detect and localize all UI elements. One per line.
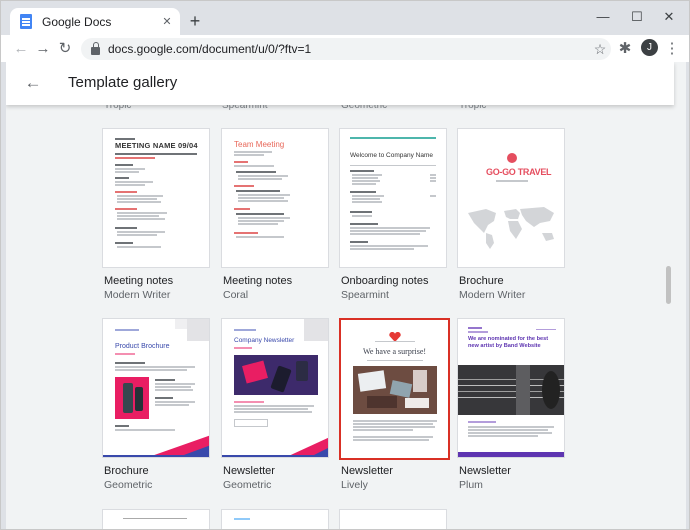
template-card-newsletter-geometric[interactable]: Company Newsletter <box>221 318 329 458</box>
template-card-newsletter-plum[interactable]: We are nominated for the best new artist… <box>457 318 565 458</box>
thumb-title: GO-GO TRAVEL <box>486 167 552 177</box>
template-card-brochure-geometric[interactable]: Product Brochure <box>102 318 210 458</box>
template-card-partial[interactable] <box>102 509 210 529</box>
template-name: Newsletter <box>341 465 393 477</box>
thumb-title: We have a surprise! <box>362 347 427 356</box>
template-style: Lively <box>341 479 368 491</box>
template-card-meeting-notes-modern-writer[interactable]: MEETING NAME 09/04 <box>102 128 210 268</box>
browser-tab[interactable]: Google Docs ✕ <box>10 8 180 35</box>
template-name: Onboarding notes <box>341 275 429 287</box>
template-style: Modern Writer <box>459 289 526 301</box>
template-style: Geometric <box>104 479 153 491</box>
tab-close-icon[interactable]: ✕ <box>158 15 176 28</box>
back-arrow-icon[interactable]: ← <box>10 38 32 60</box>
geometric-footer-shape <box>222 437 328 457</box>
close-window-button[interactable]: ✕ <box>654 6 684 28</box>
template-style: Geometric <box>223 479 272 491</box>
profile-avatar[interactable]: J <box>641 39 658 56</box>
tab-strip: Google Docs ✕ + — ☐ ✕ <box>1 1 689 35</box>
tab-title: Google Docs <box>42 14 112 29</box>
template-name: Newsletter <box>223 465 275 477</box>
phones-image <box>234 355 318 395</box>
geometric-footer-shape <box>103 435 209 457</box>
new-tab-button[interactable]: + <box>184 10 206 32</box>
forward-arrow-icon[interactable]: → <box>32 38 54 60</box>
template-style: Modern Writer <box>104 289 171 301</box>
thumb-title: Company Newsletter <box>234 337 295 344</box>
world-map-image <box>468 207 554 249</box>
address-bar[interactable]: docs.google.com/document/u/0/?ftv=1 ☆ <box>81 38 611 60</box>
thumb-title: Team Meeting <box>234 140 285 149</box>
template-name: Brochure <box>459 275 504 287</box>
page-content: ← Template gallery Tropic Spearmint Geom… <box>6 62 686 529</box>
brochure-logo-icon <box>507 153 517 163</box>
back-arrow-icon[interactable]: ← <box>22 72 44 94</box>
url-text[interactable]: docs.google.com/document/u/0/?ftv=1 <box>108 42 589 56</box>
extensions-icon[interactable]: ✱ <box>614 38 636 60</box>
reload-icon[interactable]: ↻ <box>54 38 76 60</box>
heart-logo-icon <box>389 329 401 342</box>
template-name: Brochure <box>104 465 149 477</box>
bookmark-star-icon[interactable]: ☆ <box>589 41 611 58</box>
template-card-brochure-modern-writer[interactable]: GO-GO TRAVEL <box>457 128 565 268</box>
template-card-meeting-notes-coral[interactable]: Team Meeting <box>221 128 329 268</box>
phone-image <box>115 377 149 419</box>
guitar-photo-image <box>458 365 564 415</box>
template-card-partial[interactable] <box>339 509 447 529</box>
template-style: Plum <box>459 479 483 491</box>
chrome-menu-icon[interactable]: ⋮ <box>661 38 683 60</box>
template-style: Spearmint <box>341 289 389 301</box>
template-name: Meeting notes <box>223 275 293 287</box>
thumb-title: We are nominated for the best new artist… <box>468 336 549 349</box>
template-name: Newsletter <box>459 465 511 477</box>
browser-toolbar: ← → ↻ docs.google.com/document/u/0/?ftv=… <box>1 35 689 62</box>
browser-window: Google Docs ✕ + — ☐ ✕ ← → ↻ docs.google.… <box>0 0 690 530</box>
template-name: Meeting notes <box>104 275 174 287</box>
desk-photo-image <box>353 366 437 414</box>
template-card-newsletter-lively[interactable]: We have a surprise! <box>339 318 450 460</box>
google-docs-icon <box>20 14 32 29</box>
maximize-button[interactable]: ☐ <box>622 6 652 28</box>
thumb-title: Welcome to Company Name <box>350 152 433 159</box>
template-card-onboarding-notes-spearmint[interactable]: Welcome to Company Name <box>339 128 447 268</box>
thumb-title: MEETING NAME 09/04 <box>115 141 198 150</box>
page-title: Template gallery <box>68 74 178 91</box>
scrollbar-thumb[interactable] <box>666 266 671 304</box>
thumb-title: Product Brochure <box>115 343 170 350</box>
template-card-partial[interactable] <box>221 509 329 529</box>
template-style: Coral <box>223 289 249 301</box>
minimize-button[interactable]: — <box>588 6 618 28</box>
template-gallery-header: ← Template gallery <box>6 62 674 105</box>
lock-icon <box>91 41 100 55</box>
